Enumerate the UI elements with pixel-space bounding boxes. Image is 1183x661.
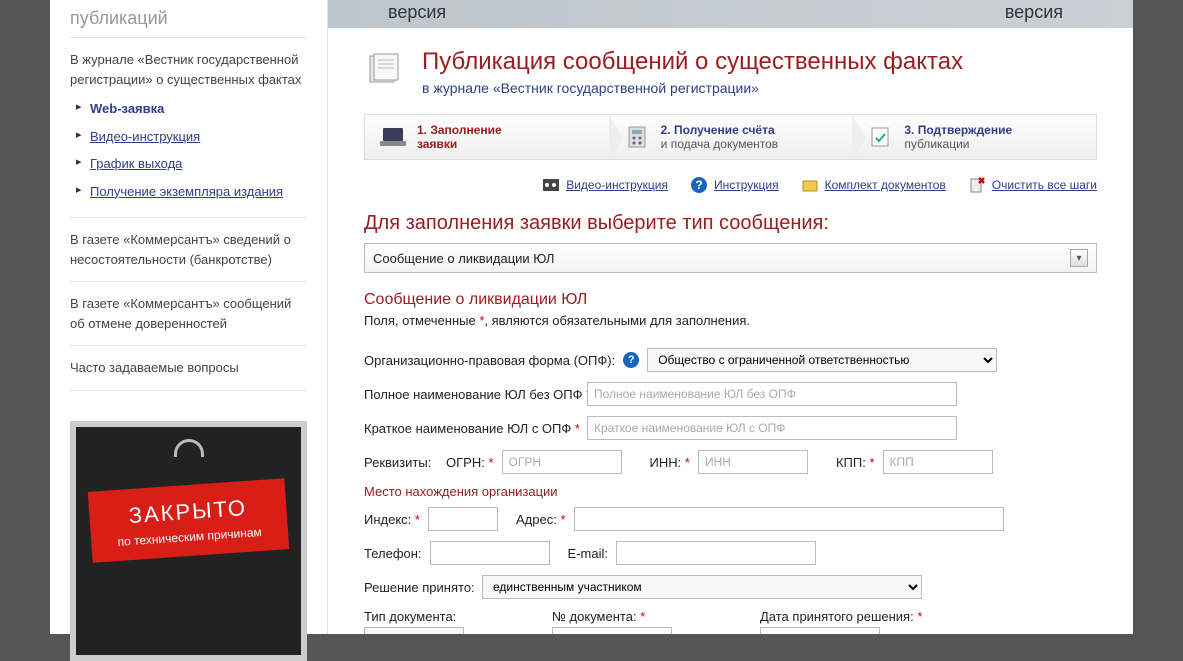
full-name-label: Полное наименование ЮЛ без ОПФ *	[364, 387, 579, 402]
index-label: Индекс: *	[364, 512, 420, 527]
film-icon	[542, 176, 560, 194]
ogrn-input[interactable]	[502, 450, 622, 474]
sidebar-section-title: публикаций	[70, 0, 307, 38]
laptop-icon	[379, 126, 407, 148]
hero-banner: версия версия	[328, 0, 1133, 28]
page-title: Публикация сообщений о существенных факт…	[422, 48, 963, 76]
clear-steps-link[interactable]: Очистить все шаги	[968, 176, 1097, 194]
decision-label: Решение принято:	[364, 580, 474, 595]
svg-text:?: ?	[695, 178, 702, 192]
index-input[interactable]	[428, 507, 498, 531]
video-instruction-link[interactable]: Видео-инструкция	[542, 176, 668, 194]
email-input[interactable]	[616, 541, 816, 565]
step-1[interactable]: 1. Заполнениезаявки	[365, 115, 609, 159]
closed-sign: ЗАКРЫТО по техническим причинам	[88, 478, 289, 563]
newspaper-icon	[364, 48, 404, 88]
sidebar-block-faq[interactable]: Часто задаваемые вопросы	[70, 346, 307, 391]
document-check-icon	[866, 126, 894, 148]
trash-x-icon	[968, 176, 986, 194]
closed-widget: ЗАКРЫТО по техническим причинам	[70, 421, 307, 661]
sidebar-item-web[interactable]: Web-заявка	[70, 95, 307, 123]
docnum-label: № документа: *	[552, 609, 645, 624]
full-name-input[interactable]	[587, 382, 957, 406]
required-note: Поля, отмеченные *, являются обязательны…	[364, 313, 1097, 328]
form-title: Сообщение о ликвидации ЮЛ	[364, 291, 1097, 309]
location-heading: Место нахождения организации	[364, 484, 1097, 499]
docdate-input[interactable]	[760, 627, 880, 634]
sidebar-item-schedule[interactable]: График выхода	[70, 150, 307, 178]
sidebar-block-vestnik: В журнале «Вестник государственной регис…	[70, 38, 307, 218]
calculator-icon	[623, 126, 651, 148]
sidebar-block-poa[interactable]: В газете «Коммерсантъ» сообщений об отме…	[70, 282, 307, 346]
message-type-select[interactable]: Сообщение о ликвидации ЮЛ ▾	[364, 243, 1097, 273]
doctype-select[interactable]: Решение	[364, 627, 464, 634]
addr-input[interactable]	[574, 507, 1004, 531]
instruction-link[interactable]: ? Инструкция	[690, 176, 779, 194]
addr-label: Адрес: *	[516, 512, 566, 527]
decision-select[interactable]: единственным участником	[482, 575, 922, 599]
kpp-input[interactable]	[883, 450, 993, 474]
phone-label: Телефон:	[364, 546, 422, 561]
step-3[interactable]: 3. Подтверждениепубликации	[852, 115, 1096, 159]
sidebar-item-video[interactable]: Видео-инструкция	[70, 123, 307, 151]
doctype-label: Тип документа:	[364, 609, 456, 624]
chevron-down-icon: ▾	[1070, 249, 1088, 267]
type-heading: Для заполнения заявки выберите тип сообщ…	[364, 212, 1097, 235]
short-name-input[interactable]	[587, 416, 957, 440]
sidebar-item-copy[interactable]: Получение экземпляра издания	[70, 178, 307, 206]
main: версия версия Публикация сообщений о сущ…	[328, 0, 1133, 634]
help-icon[interactable]: ?	[623, 352, 639, 368]
step-2[interactable]: 2. Получение счётаи подача документов	[609, 115, 853, 159]
docnum-input[interactable]	[552, 627, 672, 634]
page-subtitle: в журнале «Вестник государственной регис…	[422, 80, 963, 96]
opf-label: Организационно-правовая форма (ОПФ):	[364, 353, 615, 368]
sidebar-block-bankruptcy[interactable]: В газете «Коммерсантъ» сведений о несост…	[70, 218, 307, 282]
email-label: E-mail:	[568, 546, 608, 561]
documents-link[interactable]: Комплект документов	[801, 176, 946, 194]
ogrn-label: ОГРН: *	[446, 455, 494, 470]
short-name-label: Краткое наименование ЮЛ с ОПФ *	[364, 421, 579, 436]
rekv-label: Реквизиты:	[364, 455, 424, 470]
docdate-label: Дата принятого решения: *	[760, 609, 922, 624]
info-icon: ?	[690, 176, 708, 194]
inn-label: ИНН: *	[650, 455, 690, 470]
hook-icon	[174, 439, 204, 457]
phone-input[interactable]	[430, 541, 550, 565]
steps: 1. Заполнениезаявки 2. Получение счётаи …	[364, 114, 1097, 160]
action-row: Видео-инструкция ? Инструкция Комплект д…	[364, 176, 1097, 194]
inn-input[interactable]	[698, 450, 808, 474]
sidebar: публикаций В журнале «Вестник государств…	[50, 0, 328, 634]
folder-icon	[801, 176, 819, 194]
opf-select[interactable]: Общество с ограниченной ответственностью	[647, 348, 997, 372]
kpp-label: КПП: *	[836, 455, 875, 470]
